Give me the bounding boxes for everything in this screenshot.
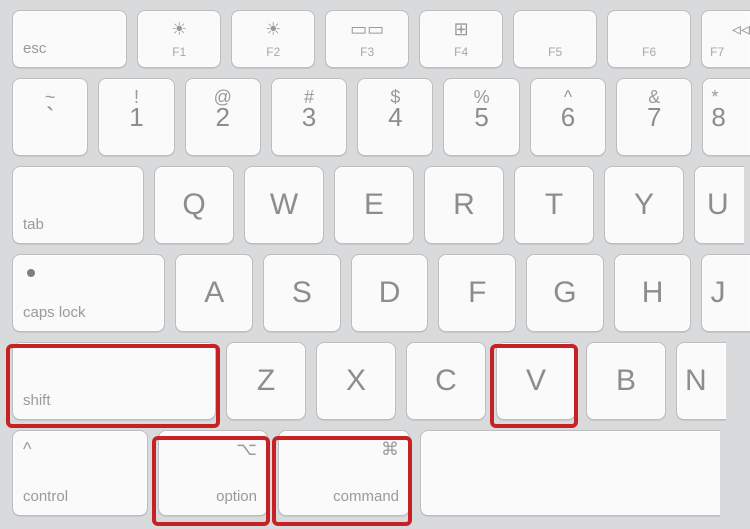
key-f2[interactable]: ☀ F2 xyxy=(231,10,315,68)
key-z[interactable]: Z xyxy=(226,342,306,420)
row-zxcv: shift Z X C V B N xyxy=(12,342,750,420)
key-e[interactable]: E xyxy=(334,166,414,244)
key-label: tab xyxy=(23,216,44,233)
key-label: F2 xyxy=(232,45,314,59)
key-u[interactable]: U xyxy=(694,166,744,244)
key-q[interactable]: Q xyxy=(154,166,234,244)
option-icon: ⌥ xyxy=(236,439,257,460)
key-option[interactable]: ⌥ option xyxy=(158,430,268,516)
key-c[interactable]: C xyxy=(406,342,486,420)
key-f6[interactable]: F6 xyxy=(607,10,691,68)
key-3[interactable]: #3 xyxy=(271,78,347,156)
key-y[interactable]: Y xyxy=(604,166,684,244)
key-label: F5 xyxy=(514,45,596,59)
key-f[interactable]: F xyxy=(438,254,516,332)
key-h[interactable]: H xyxy=(614,254,692,332)
key-esc[interactable]: esc xyxy=(12,10,127,68)
key-w[interactable]: W xyxy=(244,166,324,244)
launchpad-icon: ⊞ xyxy=(420,19,502,40)
key-v[interactable]: V xyxy=(496,342,576,420)
key-tab[interactable]: tab xyxy=(12,166,144,244)
key-label: command xyxy=(333,488,399,505)
key-b[interactable]: B xyxy=(586,342,666,420)
key-r[interactable]: R xyxy=(424,166,504,244)
row-qwerty: tab Q W E R T Y U xyxy=(12,166,750,244)
key-j[interactable]: J xyxy=(701,254,750,332)
brightness-up-icon: ☀ xyxy=(232,19,314,40)
key-f4[interactable]: ⊞ F4 xyxy=(419,10,503,68)
key-control[interactable]: ^ control xyxy=(12,430,148,516)
command-icon: ⌘ xyxy=(381,439,399,460)
key-x[interactable]: X xyxy=(316,342,396,420)
key-backtick[interactable]: ~` xyxy=(12,78,88,156)
key-a[interactable]: A xyxy=(175,254,253,332)
key-1[interactable]: !1 xyxy=(98,78,174,156)
key-5[interactable]: %5 xyxy=(443,78,519,156)
keyboard: esc ☀ F1 ☀ F2 ▭▭ F3 ⊞ F4 F5 F6 ◃◃ F7 ~` xyxy=(0,0,750,529)
row-number: ~` !1 @2 #3 $4 %5 ^6 &7 *8 xyxy=(12,78,750,156)
key-label: F6 xyxy=(608,45,690,59)
key-s[interactable]: S xyxy=(263,254,341,332)
key-label: caps lock xyxy=(23,304,86,321)
key-6[interactable]: ^6 xyxy=(530,78,606,156)
key-7[interactable]: &7 xyxy=(616,78,692,156)
key-label: F4 xyxy=(420,45,502,59)
row-asdf: caps lock A S D F G H J xyxy=(12,254,750,332)
key-label: option xyxy=(216,488,257,505)
key-label: shift xyxy=(23,392,51,409)
key-f7[interactable]: ◃◃ F7 xyxy=(701,10,750,68)
mission-control-icon: ▭▭ xyxy=(326,19,408,40)
key-label: control xyxy=(23,488,68,505)
key-2[interactable]: @2 xyxy=(185,78,261,156)
row-modifier: ^ control ⌥ option ⌘ command xyxy=(12,430,750,516)
key-4[interactable]: $4 xyxy=(357,78,433,156)
key-8[interactable]: *8 xyxy=(702,78,750,156)
key-label: esc xyxy=(23,40,46,57)
caps-lock-indicator-icon xyxy=(27,269,35,277)
key-shift[interactable]: shift xyxy=(12,342,216,420)
row-function: esc ☀ F1 ☀ F2 ▭▭ F3 ⊞ F4 F5 F6 ◃◃ F7 xyxy=(12,10,750,68)
key-f3[interactable]: ▭▭ F3 xyxy=(325,10,409,68)
key-label: F3 xyxy=(326,45,408,59)
control-icon: ^ xyxy=(23,439,31,460)
key-f1[interactable]: ☀ F1 xyxy=(137,10,221,68)
key-f5[interactable]: F5 xyxy=(513,10,597,68)
key-label: F7 xyxy=(702,45,750,59)
key-command[interactable]: ⌘ command xyxy=(278,430,410,516)
key-label: F1 xyxy=(138,45,220,59)
key-space[interactable] xyxy=(420,430,720,516)
key-d[interactable]: D xyxy=(351,254,429,332)
rewind-icon: ◃◃ xyxy=(724,19,750,40)
key-t[interactable]: T xyxy=(514,166,594,244)
key-n[interactable]: N xyxy=(676,342,726,420)
key-caps-lock[interactable]: caps lock xyxy=(12,254,165,332)
key-g[interactable]: G xyxy=(526,254,604,332)
brightness-down-icon: ☀ xyxy=(138,19,220,40)
